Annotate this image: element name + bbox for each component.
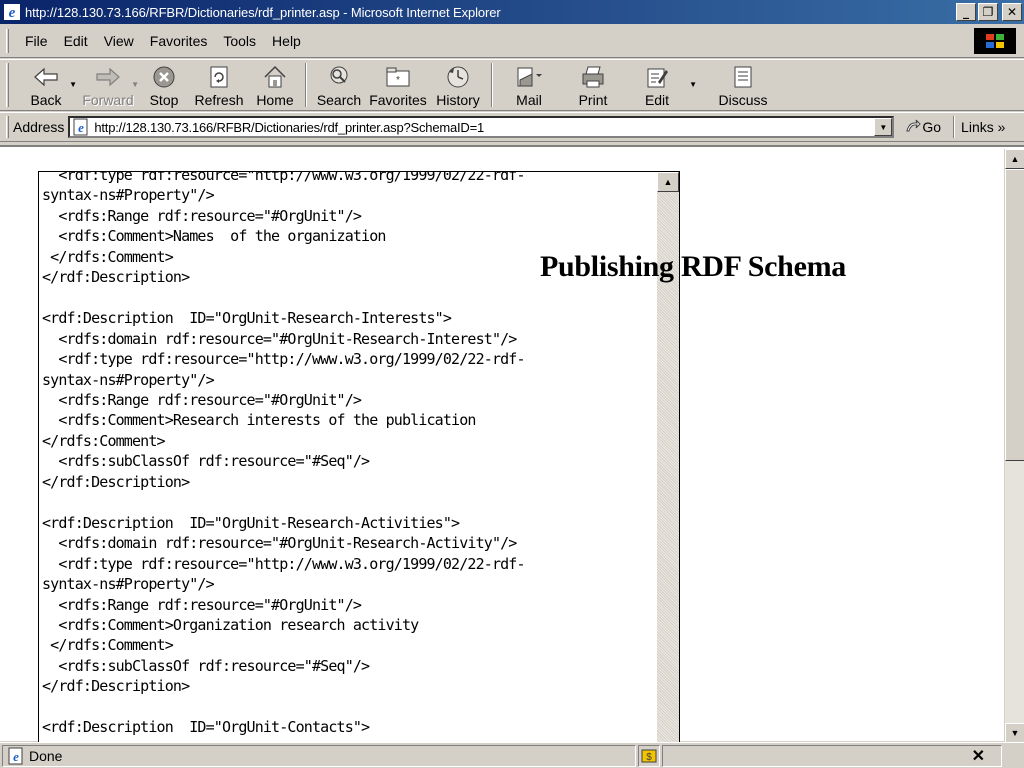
menu-grip[interactable] <box>6 28 9 53</box>
stop-button[interactable]: Stop <box>139 60 189 110</box>
slide-title: Publishing RDF Schema <box>540 250 846 283</box>
go-arrow-icon <box>906 119 922 132</box>
status-main-pane: e Done <box>2 744 636 767</box>
standard-toolbar: Back ▼ Forward ▼ Stop Refresh Home Searc… <box>0 59 1024 111</box>
address-bar: Address e http://128.130.73.166/RFBR/Dic… <box>0 112 1024 142</box>
back-dropdown-icon[interactable]: ▼ <box>69 80 77 89</box>
status-text: Done <box>29 747 63 764</box>
refresh-button[interactable]: Refresh <box>189 60 249 110</box>
status-close-icon[interactable]: ✕ <box>972 746 985 766</box>
toolbar-separator <box>491 63 493 107</box>
toolbar-grip[interactable] <box>6 63 9 107</box>
maximize-button[interactable]: ❐ <box>978 3 998 21</box>
address-url: http://128.130.73.166/RFBR/Dictionaries/… <box>94 119 485 135</box>
back-button[interactable]: Back ▼ <box>15 60 77 110</box>
ie-logo-icon: e <box>4 4 20 21</box>
discuss-icon <box>734 66 752 88</box>
scroll-down-icon[interactable]: ▼ <box>1005 723 1024 743</box>
links-separator <box>953 116 956 138</box>
status-zone-pane: ✕ <box>662 744 1002 767</box>
svg-text:e: e <box>9 5 16 21</box>
code-scroll-up-icon[interactable]: ▲ <box>657 172 679 192</box>
minimize-button[interactable]: _ <box>956 3 976 21</box>
page-scrollbar[interactable]: ▲ ▼ <box>1004 149 1024 743</box>
print-button[interactable]: Print <box>561 60 625 110</box>
menu-help[interactable]: Help <box>264 33 309 49</box>
menu-tools[interactable]: Tools <box>215 33 264 49</box>
svg-text:*: * <box>396 75 400 86</box>
forward-arrow-icon <box>96 67 120 87</box>
title-bar[interactable]: e http://128.130.73.166/RFBR/Dictionarie… <box>0 0 1024 24</box>
back-arrow-icon <box>34 67 58 87</box>
history-button[interactable]: History <box>429 60 487 110</box>
scroll-thumb[interactable] <box>1005 169 1024 461</box>
menu-file[interactable]: File <box>17 33 56 49</box>
history-icon <box>447 66 469 88</box>
forward-button[interactable]: Forward ▼ <box>77 60 139 110</box>
menu-edit[interactable]: Edit <box>56 33 96 49</box>
svg-text:e: e <box>13 749 19 764</box>
print-icon <box>582 66 604 88</box>
refresh-icon <box>210 66 228 88</box>
favorites-icon: * <box>386 67 410 87</box>
edit-dropdown-icon[interactable]: ▼ <box>689 80 697 89</box>
security-zone-icon: $ <box>641 749 657 763</box>
windows-logo-icon <box>974 28 1016 54</box>
svg-text:$: $ <box>646 752 652 763</box>
go-button[interactable]: Go <box>904 118 941 136</box>
status-progress-pane: $ <box>638 744 660 767</box>
edit-button[interactable]: Edit ▼ <box>625 60 697 110</box>
mail-icon <box>517 67 542 87</box>
address-dropdown-icon[interactable]: ▼ <box>874 118 893 136</box>
rdf-schema-code: <rdf:type rdf:resource="http://www.w3.or… <box>42 171 526 737</box>
forward-dropdown-icon[interactable]: ▼ <box>131 80 139 89</box>
mail-button[interactable]: Mail <box>497 60 561 110</box>
window-title: http://128.130.73.166/RFBR/Dictionaries/… <box>25 4 501 20</box>
page-content: <rdf:type rdf:resource="http://www.w3.or… <box>0 145 1024 743</box>
address-label: Address <box>13 119 65 135</box>
favorites-button[interactable]: * Favorites <box>367 60 429 110</box>
edit-icon <box>647 68 668 88</box>
address-grip[interactable] <box>6 116 9 138</box>
svg-text:e: e <box>78 120 84 135</box>
menu-bar: File Edit View Favorites Tools Help <box>0 24 1024 58</box>
links-button[interactable]: Links » <box>961 119 1005 135</box>
stop-icon <box>153 66 175 88</box>
search-icon <box>330 66 348 84</box>
address-input[interactable]: e http://128.130.73.166/RFBR/Dictionarie… <box>68 116 895 138</box>
page-icon: e <box>73 118 88 136</box>
home-button[interactable]: Home <box>249 60 301 110</box>
home-icon <box>264 65 286 88</box>
status-bar: e Done $ ✕ <box>0 742 1024 768</box>
toolbar-separator <box>305 63 307 107</box>
menu-view[interactable]: View <box>96 33 142 49</box>
menu-favorites[interactable]: Favorites <box>142 33 216 49</box>
close-button[interactable]: ✕ <box>1002 3 1022 21</box>
scroll-up-icon[interactable]: ▲ <box>1005 149 1024 169</box>
discuss-button[interactable]: Discuss <box>703 60 783 110</box>
ie-page-icon: e <box>8 747 23 764</box>
search-button[interactable]: Search <box>311 60 367 110</box>
